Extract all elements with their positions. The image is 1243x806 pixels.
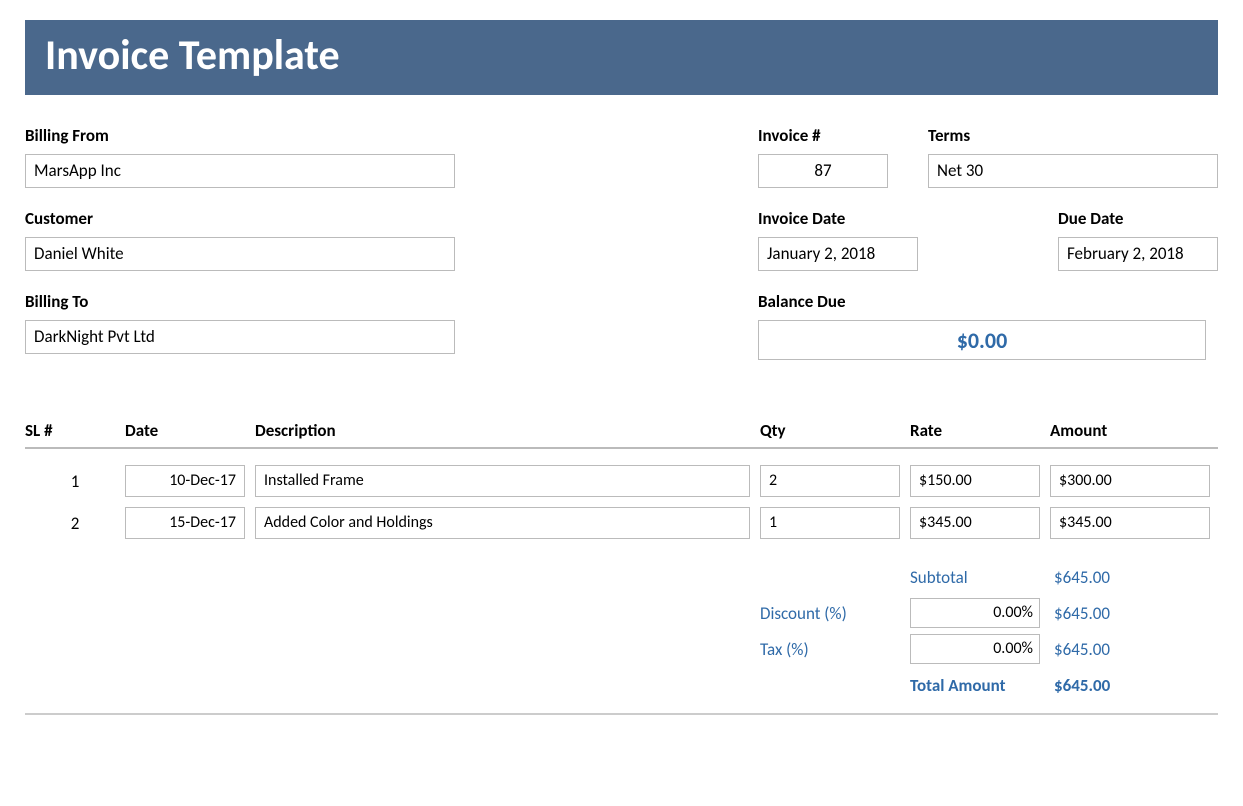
col-sl: SL #: [25, 420, 125, 441]
subtotal-row: Subtotal $645.00: [760, 559, 1215, 595]
tax-value: $645.00: [1040, 639, 1200, 660]
billing-to-field[interactable]: DarkNight Pvt Ltd: [25, 320, 455, 354]
page-title: Invoice Template: [25, 20, 1218, 95]
col-date: Date: [125, 420, 255, 441]
item-sl: 2: [25, 513, 125, 534]
item-date[interactable]: 10-Dec-17: [125, 465, 245, 497]
discount-input[interactable]: 0.00%: [910, 598, 1040, 628]
invoice-num-field[interactable]: 87: [758, 154, 888, 188]
terms-field[interactable]: Net 30: [928, 154, 1218, 188]
tax-input[interactable]: 0.00%: [910, 634, 1040, 664]
item-rate[interactable]: $150.00: [910, 465, 1040, 497]
item-date[interactable]: 15-Dec-17: [125, 507, 245, 539]
item-description[interactable]: Installed Frame: [255, 465, 750, 497]
total-value: $645.00: [1040, 675, 1200, 696]
invoice-date-field[interactable]: January 2, 2018: [758, 237, 918, 271]
item-qty[interactable]: 1: [760, 507, 900, 539]
balance-due-field: $0.00: [758, 320, 1206, 360]
invoice-page: Invoice Template Billing From MarsApp In…: [0, 0, 1243, 735]
col-rate: Rate: [910, 420, 1050, 441]
discount-label: Discount (%): [760, 603, 910, 624]
item-qty[interactable]: 2: [760, 465, 900, 497]
tax-row: Tax (%) 0.00% $645.00: [760, 631, 1215, 667]
total-label: Total Amount: [910, 675, 1040, 696]
item-amount[interactable]: $345.00: [1050, 507, 1210, 539]
item-sl: 1: [25, 471, 125, 492]
billing-from-field[interactable]: MarsApp Inc: [25, 154, 455, 188]
balance-due-label: Balance Due: [758, 291, 1218, 312]
invoice-date-label: Invoice Date: [758, 208, 918, 229]
customer-field[interactable]: Daniel White: [25, 237, 455, 271]
header-right: Invoice # 87 Terms Net 30 Invoice Date J…: [758, 125, 1218, 380]
tax-label: Tax (%): [760, 639, 910, 660]
discount-row: Discount (%) 0.00% $645.00: [760, 595, 1215, 631]
totals-section: Subtotal $645.00 Discount (%) 0.00% $645…: [760, 559, 1215, 703]
total-row: Total Amount $645.00: [760, 667, 1215, 703]
due-date-label: Due Date: [1058, 208, 1218, 229]
billing-from-label: Billing From: [25, 125, 455, 146]
item-amount[interactable]: $300.00: [1050, 465, 1210, 497]
col-amount: Amount: [1050, 420, 1210, 441]
invoice-num-label: Invoice #: [758, 125, 908, 146]
divider: [25, 713, 1218, 715]
header-left: Billing From MarsApp Inc Customer Daniel…: [25, 125, 455, 380]
due-date-field[interactable]: February 2, 2018: [1058, 237, 1218, 271]
subtotal-label: Subtotal: [910, 567, 1040, 588]
item-rate[interactable]: $345.00: [910, 507, 1040, 539]
subtotal-value: $645.00: [1040, 567, 1200, 588]
billing-to-label: Billing To: [25, 291, 455, 312]
items-section: SL # Date Description Qty Rate Amount 1 …: [25, 420, 1218, 715]
discount-value: $645.00: [1040, 603, 1200, 624]
header-section: Billing From MarsApp Inc Customer Daniel…: [25, 125, 1218, 380]
customer-label: Customer: [25, 208, 455, 229]
items-header: SL # Date Description Qty Rate Amount: [25, 420, 1218, 449]
item-row: 2 15-Dec-17 Added Color and Holdings 1 $…: [25, 507, 1218, 539]
item-description[interactable]: Added Color and Holdings: [255, 507, 750, 539]
item-row: 1 10-Dec-17 Installed Frame 2 $150.00 $3…: [25, 465, 1218, 497]
terms-label: Terms: [928, 125, 1218, 146]
col-description: Description: [255, 420, 760, 441]
col-qty: Qty: [760, 420, 910, 441]
